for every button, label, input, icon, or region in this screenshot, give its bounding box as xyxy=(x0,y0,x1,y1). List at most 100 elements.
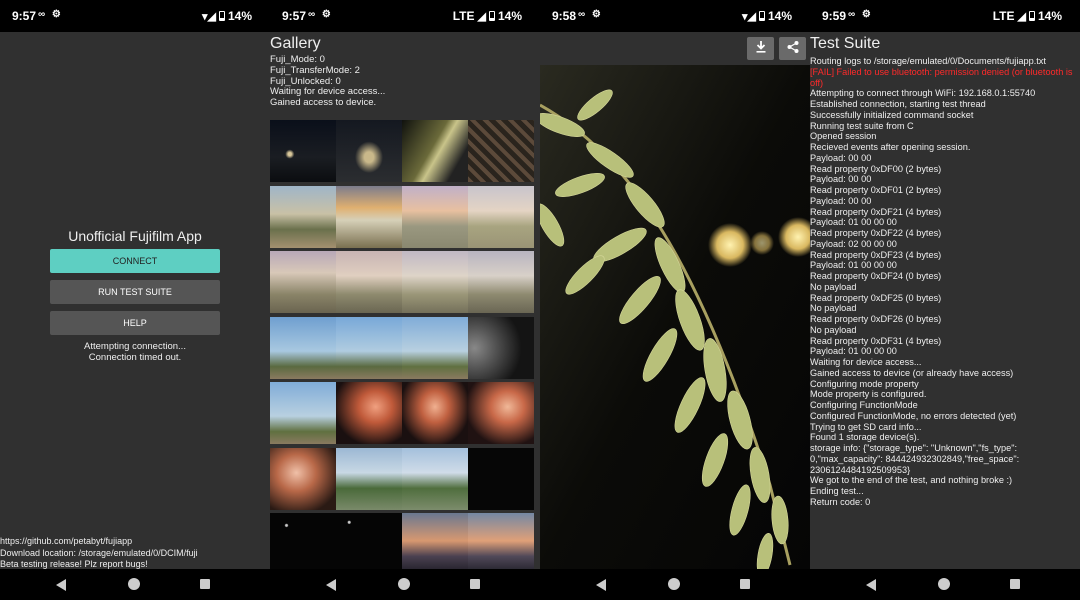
log-line: Mode property is configured. xyxy=(810,389,927,400)
log-line: Read property 0xDF21 (4 bytes) xyxy=(810,206,942,217)
photo-viewer-screen: 9:58 ∞ ⚙ ▾◢ 14% xyxy=(540,0,810,600)
info-line: Gained access to device. xyxy=(270,97,377,109)
log-line: We got to the end of the test, and nothi… xyxy=(810,475,1013,486)
thumbnail[interactable] xyxy=(468,382,534,444)
grass-photo xyxy=(540,65,810,569)
run-test-suite-button[interactable]: RUN TEST SUITE xyxy=(50,280,220,304)
thumbnail[interactable] xyxy=(468,447,534,510)
back-icon[interactable] xyxy=(326,579,336,591)
notification-icons: ∞ ⚙ xyxy=(578,9,603,20)
log-line: Ending test... xyxy=(810,486,864,496)
back-icon[interactable] xyxy=(596,579,606,591)
connect-button[interactable]: CONNECT xyxy=(50,249,220,273)
grid-row xyxy=(270,382,534,444)
thumbnail[interactable] xyxy=(402,382,468,444)
log-line: Read property 0xDF00 (2 bytes) xyxy=(810,163,942,174)
thumbnail[interactable] xyxy=(402,251,468,313)
photo-preview[interactable] xyxy=(540,65,810,569)
log-line: Payload: 00 00 xyxy=(810,174,872,185)
nav-bar xyxy=(270,569,540,600)
share-button[interactable] xyxy=(779,37,806,60)
home-icon[interactable] xyxy=(128,578,140,590)
thumbnail[interactable] xyxy=(270,120,336,182)
log-line: Configuring FunctionMode xyxy=(810,400,918,410)
thumbnail[interactable] xyxy=(468,316,534,379)
recents-icon[interactable] xyxy=(200,579,210,589)
status-bar: 9:59 ∞ ⚙ LTE ◢ 14% xyxy=(810,0,1080,32)
clock: 9:57 xyxy=(282,9,307,23)
thumbnail[interactable] xyxy=(468,513,534,575)
help-button[interactable]: HELP xyxy=(50,311,220,335)
battery-icon xyxy=(758,11,765,21)
thumbnail[interactable] xyxy=(468,120,534,182)
log-line: Read property 0xDF22 (4 bytes) xyxy=(810,228,942,238)
log-line-error: [FAIL] Failed to use bluetooth: permissi… xyxy=(810,66,1076,88)
thumbnail[interactable] xyxy=(270,251,336,313)
log-line: Waiting for device access... xyxy=(810,357,922,367)
log-line: Read property 0xDF23 (4 bytes) xyxy=(810,249,942,260)
thumbnail[interactable] xyxy=(402,185,468,248)
home-icon[interactable] xyxy=(668,578,680,590)
signal-icon: ◢ xyxy=(477,10,486,23)
log-line: Opened session xyxy=(810,131,877,142)
log-line: Read property 0xDF01 (2 bytes) xyxy=(810,185,942,195)
status-line: Attempting connection... xyxy=(84,341,186,352)
share-icon xyxy=(787,41,798,53)
thumbnail[interactable] xyxy=(468,251,534,313)
thumbnail[interactable] xyxy=(468,185,534,248)
log-line: Read property 0xDF31 (4 bytes) xyxy=(810,335,942,346)
status-bar: 9:58 ∞ ⚙ ▾◢ 14% xyxy=(540,0,810,32)
thumbnail[interactable] xyxy=(402,316,468,379)
log-line: Configuring mode property xyxy=(810,378,919,389)
download-button[interactable] xyxy=(747,37,774,60)
repo-link[interactable]: https://github.com/petabyt/fujiapp xyxy=(0,536,198,548)
home-icon[interactable] xyxy=(398,578,410,590)
thumbnail[interactable] xyxy=(402,120,468,182)
log-line: Successfully initialized command socket xyxy=(810,109,974,120)
log-line: Read property 0xDF26 (0 bytes) xyxy=(810,314,942,324)
thumbnail[interactable] xyxy=(336,382,402,444)
signal-icon: ◢ xyxy=(1017,10,1026,23)
app-title: Unofficial Fujifilm App xyxy=(68,228,202,244)
log-line: Running test suite from C xyxy=(810,120,914,131)
thumbnail[interactable] xyxy=(270,185,336,248)
wifi-icon: ▾◢ xyxy=(741,10,756,23)
photo-toolbar xyxy=(540,32,810,65)
thumbnail[interactable] xyxy=(336,513,402,575)
thumbnail[interactable] xyxy=(270,382,336,444)
thumbnail[interactable] xyxy=(270,316,336,379)
connection-status: Attempting connection... Connection time… xyxy=(0,341,270,363)
notification-icons: ∞ ⚙ xyxy=(848,9,873,20)
nav-bar xyxy=(540,569,810,600)
back-icon[interactable] xyxy=(866,579,876,591)
battery-icon xyxy=(218,11,225,21)
battery-level: 14% xyxy=(227,9,252,23)
grid-row xyxy=(270,251,534,313)
battery-level: 14% xyxy=(767,9,792,23)
clock: 9:58 xyxy=(552,9,577,23)
log-line: No payload xyxy=(810,324,857,335)
thumbnail[interactable] xyxy=(402,447,468,510)
network-type: LTE xyxy=(452,9,475,23)
recents-icon[interactable] xyxy=(1010,579,1020,589)
recents-icon[interactable] xyxy=(740,579,750,589)
back-icon[interactable] xyxy=(56,579,66,591)
gallery-info: Fuji_Mode: 0 Fuji_TransferMode: 2 Fuji_U… xyxy=(270,54,385,109)
thumbnail[interactable] xyxy=(270,513,336,575)
thumbnail[interactable] xyxy=(336,316,402,379)
thumbnail[interactable] xyxy=(336,185,402,248)
log-line: Payload: 01 00 00 00 xyxy=(810,260,897,271)
footer-info: https://github.com/petabyt/fujiapp Downl… xyxy=(0,536,198,571)
thumbnail[interactable] xyxy=(270,447,336,510)
home-icon[interactable] xyxy=(938,578,950,590)
grid-row xyxy=(270,120,534,182)
thumbnail[interactable] xyxy=(336,251,402,313)
test-suite-screen: 9:59 ∞ ⚙ LTE ◢ 14% Test Suite Routing lo… xyxy=(810,0,1080,600)
log-line: Payload: 00 00 xyxy=(810,152,872,163)
thumbnail[interactable] xyxy=(402,513,468,575)
status-line: Connection timed out. xyxy=(88,352,182,363)
thumbnail[interactable] xyxy=(336,120,402,182)
log-line: Gained access to device (or already have… xyxy=(810,367,1014,378)
thumbnail[interactable] xyxy=(336,447,402,510)
recents-icon[interactable] xyxy=(470,579,480,589)
